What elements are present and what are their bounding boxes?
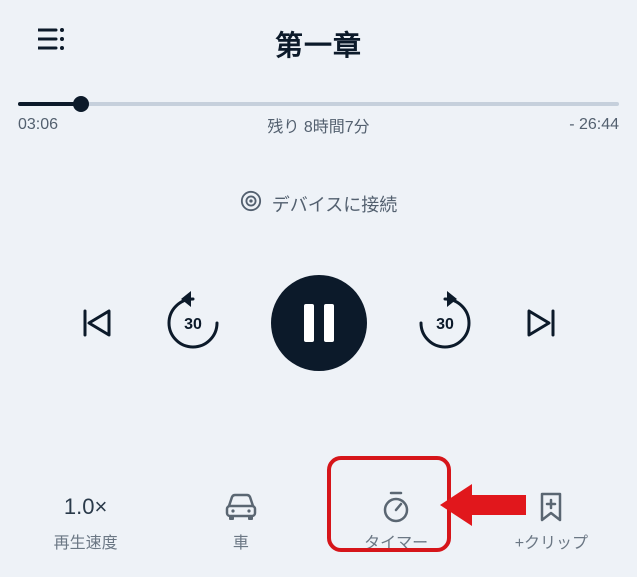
pause-button[interactable] <box>271 275 367 371</box>
add-clip-button[interactable]: +クリップ <box>496 491 606 553</box>
chapter-title: 第一章 <box>275 24 362 64</box>
previous-track-button[interactable] <box>79 305 115 341</box>
bottom-toolbar: 1.0× 再生速度 車 タイマー <box>0 473 637 577</box>
bookmark-plus-icon <box>537 491 565 523</box>
clip-label: +クリップ <box>515 529 588 553</box>
rewind-30-button[interactable]: 30 <box>161 291 225 355</box>
connect-device-button[interactable]: デバイスに接続 <box>0 190 637 217</box>
cast-icon <box>240 190 262 217</box>
rewind-seconds-label: 30 <box>184 316 202 333</box>
pause-icon <box>304 304 314 342</box>
player-header: 第一章 <box>0 0 637 80</box>
playback-controls: 30 30 <box>0 275 637 371</box>
playback-speed-button[interactable]: 1.0× 再生速度 <box>31 491 141 553</box>
next-track-button[interactable] <box>523 305 559 341</box>
car-mode-button[interactable]: 車 <box>186 491 296 553</box>
elapsed-time: 03:06 <box>18 116 58 134</box>
progress-section <box>0 80 637 106</box>
timer-label: タイマー <box>364 529 428 553</box>
speed-value: 1.0× <box>64 494 107 520</box>
pause-icon <box>324 304 334 342</box>
sleep-timer-button[interactable]: タイマー <box>341 491 451 553</box>
remaining-chapter: - 26:44 <box>569 116 619 134</box>
chapters-menu-icon[interactable] <box>38 28 66 52</box>
remaining-overall: 残り 8時間7分 <box>267 113 369 137</box>
forward-seconds-label: 30 <box>436 316 454 333</box>
timer-icon <box>380 491 412 523</box>
forward-30-button[interactable]: 30 <box>413 291 477 355</box>
connect-device-label: デバイスに接続 <box>272 191 397 217</box>
car-icon <box>223 491 259 523</box>
speed-label: 再生速度 <box>54 529 118 553</box>
car-label: 車 <box>233 529 249 553</box>
